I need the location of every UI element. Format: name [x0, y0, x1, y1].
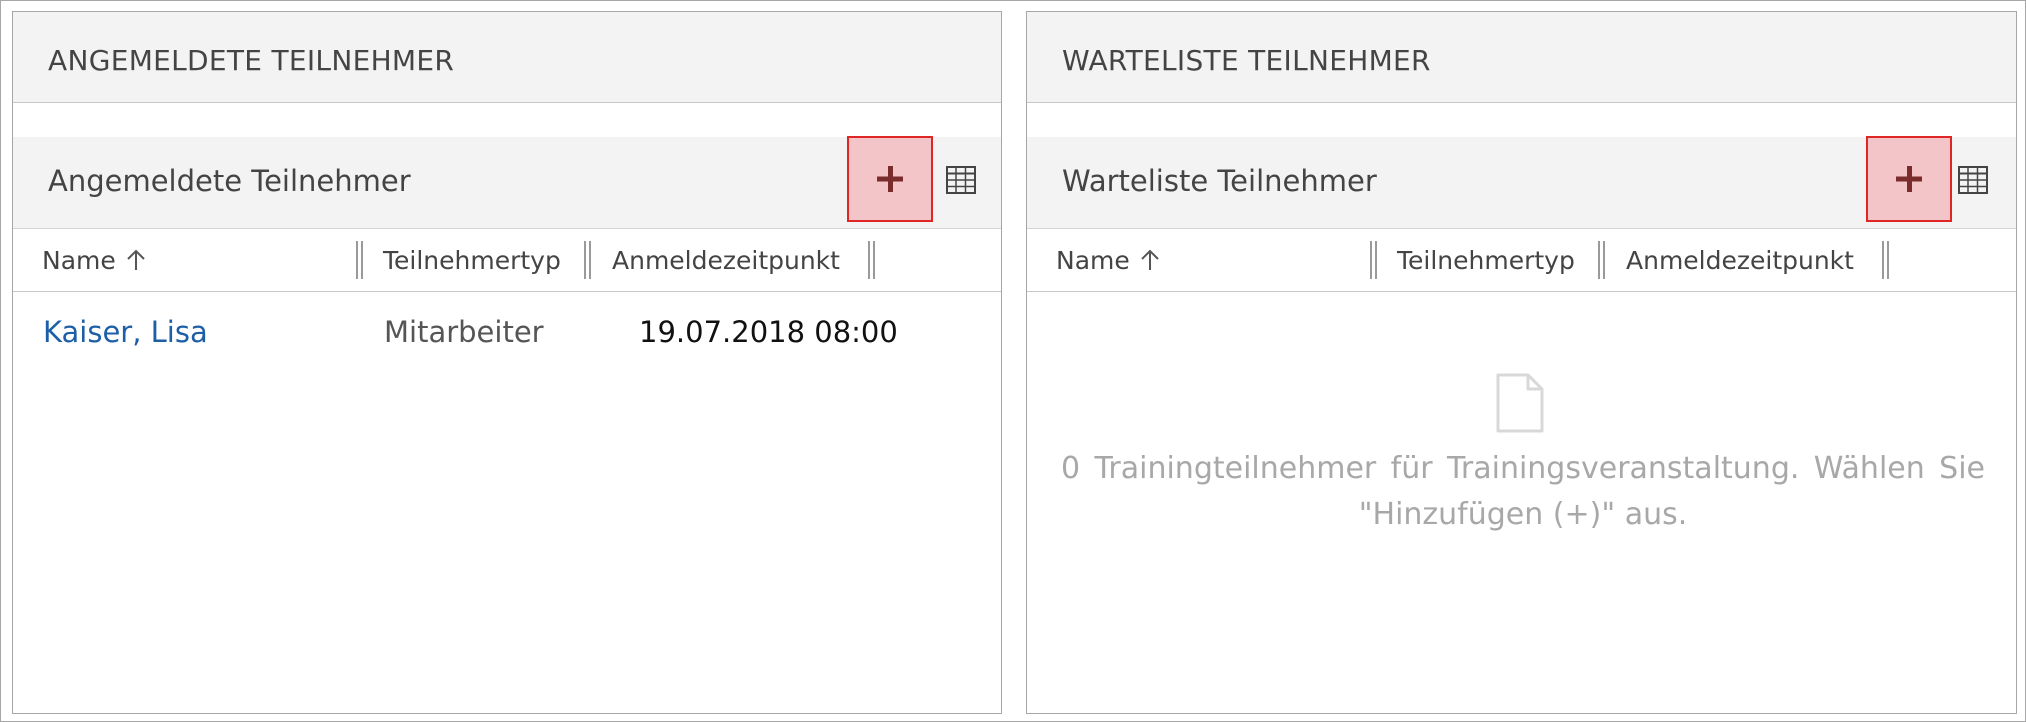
subgrid-header: Angemeldete Teilnehmer [13, 136, 1001, 229]
grid-view-icon[interactable] [1958, 166, 1988, 194]
subgrid-header: Warteliste Teilnehmer [1027, 136, 2016, 229]
subgrid-title: Warteliste Teilnehmer [1062, 164, 1377, 198]
column-label: Anmeldezeitpunkt [612, 245, 840, 275]
grid-view-icon[interactable] [946, 166, 976, 194]
sort-ascending-icon [1141, 249, 1159, 270]
waitlist-participants-section: WARTELISTE TEILNEHMER Warteliste Teilneh… [1026, 11, 2017, 714]
column-resize-handle[interactable] [868, 241, 875, 279]
column-resize-handle[interactable] [1598, 241, 1605, 279]
column-header-registration-time[interactable]: Anmeldezeitpunkt [612, 229, 840, 291]
column-header-participant-type[interactable]: Teilnehmertyp [383, 229, 561, 291]
column-header-row: Name Teilnehmertyp Anmeldezeitpunkt [1027, 229, 2016, 292]
participant-type-cell: Mitarbeiter [384, 315, 544, 349]
column-label: Teilnehmertyp [1397, 245, 1575, 275]
column-resize-handle[interactable] [1370, 241, 1377, 279]
column-header-name[interactable]: Name [1056, 229, 1160, 291]
participant-name-link[interactable]: Kaiser, Lisa [43, 302, 208, 362]
column-resize-handle[interactable] [1882, 241, 1889, 279]
empty-state-message: 0 Trainingteilnehmer für Trainingsverans… [1061, 446, 1985, 538]
registered-participants-section: ANGEMELDETE TEILNEHMER Angemeldete Teiln… [12, 11, 1002, 714]
registration-time-cell: 19.07.2018 08:00 [639, 315, 898, 349]
table-row[interactable]: Kaiser, Lisa Mitarbeiter 19.07.2018 08:0… [13, 302, 1001, 362]
column-header-name[interactable]: Name [42, 229, 146, 291]
column-resize-handle[interactable] [584, 241, 591, 279]
column-header-registration-time[interactable]: Anmeldezeitpunkt [1626, 229, 1854, 291]
add-participant-button[interactable] [847, 136, 933, 222]
column-header-participant-type[interactable]: Teilnehmertyp [1397, 229, 1575, 291]
section-header: ANGEMELDETE TEILNEHMER [13, 12, 1001, 103]
column-resize-handle[interactable] [356, 241, 363, 279]
column-label: Anmeldezeitpunkt [1626, 245, 1854, 275]
subgrid-title: Angemeldete Teilnehmer [48, 164, 411, 198]
column-label: Teilnehmertyp [383, 245, 561, 275]
section-title: ANGEMELDETE TEILNEHMER [48, 44, 455, 77]
section-header: WARTELISTE TEILNEHMER [1027, 12, 2016, 103]
add-waitlist-participant-button[interactable] [1866, 136, 1952, 222]
column-label: Name [1056, 245, 1130, 275]
empty-state-line: 0 Trainingteilnehmer für Trainingsverans… [1061, 451, 1985, 486]
empty-state-line: "Hinzufügen (+)" aus. [1358, 497, 1688, 532]
column-label: Name [42, 245, 116, 275]
plus-icon [877, 166, 903, 192]
document-icon [1496, 373, 1544, 433]
section-title: WARTELISTE TEILNEHMER [1062, 44, 1431, 77]
column-header-row: Name Teilnehmertyp Anmeldezeitpunkt [13, 229, 1001, 292]
plus-icon [1896, 166, 1922, 192]
sort-ascending-icon [127, 249, 145, 270]
